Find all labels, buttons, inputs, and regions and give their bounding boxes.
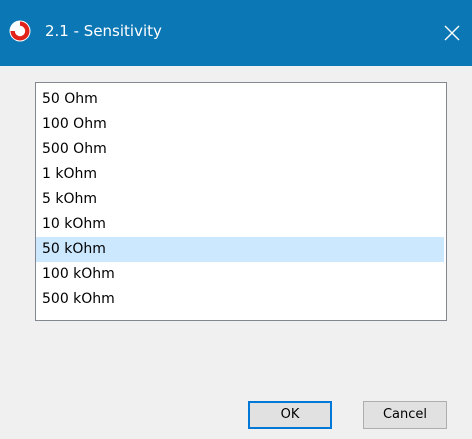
list-item-100-kohm[interactable]: 100 kOhm (36, 262, 444, 287)
close-icon (444, 25, 460, 41)
list-item-100-ohm[interactable]: 100 Ohm (36, 112, 444, 137)
list-item-50-kohm[interactable]: 50 kOhm (36, 237, 444, 262)
app-icon (9, 20, 31, 42)
list-item-500-kohm[interactable]: 500 kOhm (36, 287, 444, 312)
title-bar[interactable]: 2.1 - Sensitivity (0, 0, 472, 66)
list-item-500-ohm[interactable]: 500 Ohm (36, 137, 444, 162)
list-item-50-ohm[interactable]: 50 Ohm (36, 87, 444, 112)
sensitivity-dialog: 2.1 - Sensitivity 50 Ohm 100 Ohm 500 Ohm… (0, 0, 472, 439)
ok-button[interactable]: OK (248, 401, 332, 429)
sensitivity-listbox[interactable]: 50 Ohm 100 Ohm 500 Ohm 1 kOhm 5 kOhm 10 … (35, 82, 447, 321)
cancel-button[interactable]: Cancel (363, 401, 447, 429)
window-title: 2.1 - Sensitivity (45, 22, 162, 40)
list-item-10-kohm[interactable]: 10 kOhm (36, 212, 444, 237)
list-item-1-kohm[interactable]: 1 kOhm (36, 162, 444, 187)
close-button[interactable] (432, 13, 472, 53)
list-item-5-kohm[interactable]: 5 kOhm (36, 187, 444, 212)
